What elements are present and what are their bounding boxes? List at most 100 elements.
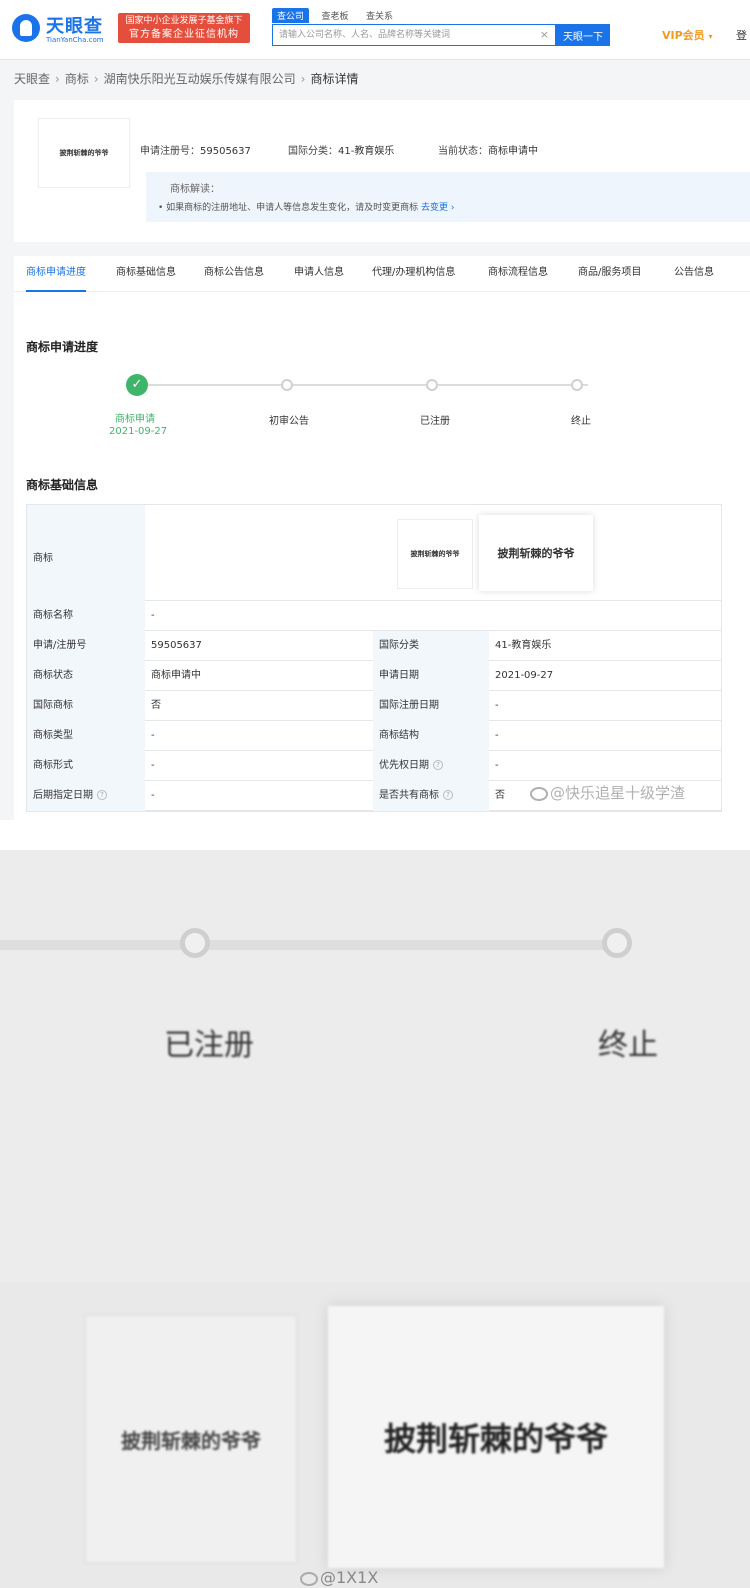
table-value: 41-教育娱乐 bbox=[495, 640, 552, 651]
table-label: 申请/注册号 bbox=[27, 631, 145, 661]
table-row: 商标 披荆斩棘的爷爷 披荆斩棘的爷爷 bbox=[27, 505, 721, 601]
main-content: 商标申请进度 ✓ 商标申请 2021-09-27 初审公告 已注册 终止 商标基… bbox=[14, 292, 750, 820]
table-label-with-help: 优先权日期? bbox=[373, 751, 489, 781]
tab-basic-info[interactable]: 商标基础信息 bbox=[116, 256, 176, 292]
zoom-weibo-watermark: @1X1X bbox=[300, 1568, 378, 1587]
search-input[interactable] bbox=[273, 25, 533, 45]
change-trademark-link[interactable]: 去变更 › bbox=[421, 203, 454, 213]
watermark-text: @快乐追星十级学渣 bbox=[550, 784, 686, 802]
trademark-thumbnail[interactable]: 披荆斩棘的爷爷 bbox=[38, 118, 130, 188]
table-label: 国际分类 bbox=[373, 631, 489, 661]
tab-announcement-info[interactable]: 商标公告信息 bbox=[204, 256, 264, 292]
vip-menu[interactable]: VIP会员 ▾ bbox=[662, 27, 713, 43]
tab-notice-info[interactable]: 公告信息 bbox=[674, 256, 714, 292]
badge-line-1: 国家中小企业发展子基金旗下 bbox=[125, 16, 243, 26]
table-value: - bbox=[151, 730, 155, 741]
zoom-progress-node bbox=[602, 928, 632, 958]
logo-subtext: TianYanCha.com bbox=[46, 36, 104, 44]
table-value: - bbox=[495, 700, 499, 711]
summary-class-value: 41-教育娱乐 bbox=[338, 146, 395, 157]
breadcrumb-current: 商标详情 bbox=[310, 72, 359, 86]
logo-icon bbox=[12, 14, 40, 42]
explain-title: 商标解读： bbox=[170, 184, 220, 195]
table-value: 否 bbox=[151, 700, 161, 711]
summary-reg-value: 59505637 bbox=[200, 146, 251, 157]
search-button[interactable]: 天眼一下 bbox=[556, 24, 610, 46]
breadcrumb-company[interactable]: 湖南快乐阳光互动娱乐传媒有限公司 bbox=[104, 72, 296, 86]
zoom-trademark-large: 披荆斩棘的爷爷 bbox=[328, 1306, 664, 1568]
tab-application-progress[interactable]: 商标申请进度 bbox=[26, 256, 86, 292]
progress-node-registered bbox=[426, 379, 438, 391]
table-row: 商标形式 - 优先权日期? - bbox=[27, 751, 721, 781]
trademark-image-large[interactable]: 披荆斩棘的爷爷 bbox=[479, 515, 593, 591]
search-tab-relation[interactable]: 查关系 bbox=[361, 8, 398, 23]
table-value: - bbox=[151, 790, 155, 801]
progress-step-label: 已注册 bbox=[420, 416, 450, 427]
table-row: 商标类型 - 商标结构 - bbox=[27, 721, 721, 751]
table-value: - bbox=[495, 760, 499, 771]
search-tab-company[interactable]: 查公司 bbox=[272, 8, 310, 23]
zoom-watermark-text: @1X1X bbox=[320, 1568, 379, 1587]
tab-agent-info[interactable]: 代理/办理机构信息 bbox=[372, 256, 455, 292]
tab-goods-services[interactable]: 商品/服务项目 bbox=[578, 256, 641, 292]
table-label: 国际注册日期 bbox=[373, 691, 489, 721]
trademark-explain-box: 商标解读： • 如果商标的注册地址、申请人等信息发生变化，请及时变更商标 去变更… bbox=[146, 172, 750, 222]
chevron-down-icon: ▾ bbox=[708, 32, 713, 41]
basic-info-table: 商标 披荆斩棘的爷爷 披荆斩棘的爷爷 商标名称 - 申请/注册号 5950563… bbox=[26, 504, 722, 812]
login-link[interactable]: 登 bbox=[736, 27, 747, 43]
trademark-image-small[interactable]: 披荆斩棘的爷爷 bbox=[397, 519, 473, 589]
breadcrumb-separator: › bbox=[300, 72, 306, 86]
weibo-icon bbox=[300, 1571, 318, 1586]
breadcrumb-separator: › bbox=[55, 72, 60, 86]
table-label: 申请日期 bbox=[373, 661, 489, 691]
logo-text: 天眼查 bbox=[46, 16, 103, 37]
official-badge: 国家中小企业发展子基金旗下 官方备案企业征信机构 bbox=[118, 13, 250, 43]
table-label: 国际商标 bbox=[27, 691, 145, 721]
weibo-icon bbox=[530, 786, 548, 801]
zoom-progress-track bbox=[0, 940, 620, 950]
breadcrumb-home[interactable]: 天眼查 bbox=[14, 72, 50, 86]
table-label: 优先权日期 bbox=[379, 760, 429, 771]
summary-reg-label: 申请注册号： bbox=[140, 146, 200, 157]
progress-step-label: 商标申请 bbox=[115, 414, 155, 425]
table-row: 国际商标 否 国际注册日期 - bbox=[27, 691, 721, 721]
trademark-summary-card: 披荆斩棘的爷爷 申请注册号：59505637 国际分类：41-教育娱乐 当前状态… bbox=[14, 100, 750, 242]
table-label: 商标名称 bbox=[27, 601, 145, 631]
site-header: 天眼查 TianYanCha.com 国家中小企业发展子基金旗下 官方备案企业征… bbox=[0, 0, 750, 60]
tab-applicant-info[interactable]: 申请人信息 bbox=[294, 256, 344, 292]
breadcrumb: 天眼查 › 商标 › 湖南快乐阳光互动娱乐传媒有限公司 › 商标详情 bbox=[14, 70, 359, 87]
table-row: 申请/注册号 59505637 国际分类 41-教育娱乐 bbox=[27, 631, 721, 661]
help-icon[interactable]: ? bbox=[97, 790, 107, 800]
explain-text: • 如果商标的注册地址、申请人等信息发生变化，请及时变更商标 去变更 › bbox=[158, 200, 455, 213]
zoom-label-terminated: 终止 bbox=[598, 1028, 658, 1063]
summary-status: 当前状态：商标申请中 bbox=[438, 142, 538, 157]
breadcrumb-trademark[interactable]: 商标 bbox=[65, 72, 89, 86]
zoom-label-registered: 已注册 bbox=[164, 1028, 254, 1063]
badge-line-2: 官方备案企业征信机构 bbox=[129, 29, 239, 40]
screenshot-zoomed: 已注册 终止 披荆斩棘的爷爷 披荆斩棘的爷爷 @1X1X bbox=[0, 850, 750, 1588]
explain-message: • 如果商标的注册地址、申请人等信息发生变化，请及时变更商标 bbox=[158, 203, 419, 213]
table-value: 2021-09-27 bbox=[495, 670, 554, 681]
clear-icon[interactable]: × bbox=[540, 28, 549, 41]
help-icon[interactable]: ? bbox=[443, 790, 453, 800]
site-logo[interactable]: 天眼查 TianYanCha.com bbox=[12, 12, 110, 46]
basic-info-section-title: 商标基础信息 bbox=[26, 478, 99, 492]
summary-class-label: 国际分类： bbox=[288, 146, 338, 157]
progress-track bbox=[138, 384, 588, 386]
table-label: 商标状态 bbox=[27, 661, 145, 691]
table-value: 商标申请中 bbox=[151, 670, 201, 681]
table-row: 商标状态 商标申请中 申请日期 2021-09-27 bbox=[27, 661, 721, 691]
summary-status-label: 当前状态： bbox=[438, 146, 488, 157]
tab-process-info[interactable]: 商标流程信息 bbox=[488, 256, 548, 292]
progress-step-date: 2021-09-27 bbox=[109, 426, 168, 437]
search-tab-boss[interactable]: 查老板 bbox=[317, 8, 354, 23]
table-value: - bbox=[151, 760, 155, 771]
help-icon[interactable]: ? bbox=[433, 760, 443, 770]
summary-status-value: 商标申请中 bbox=[488, 146, 538, 157]
weibo-watermark: @快乐追星十级学渣 bbox=[530, 782, 685, 803]
progress-node-terminated bbox=[571, 379, 583, 391]
table-label: 商标形式 bbox=[27, 751, 145, 781]
table-label: 是否共有商标 bbox=[379, 790, 439, 801]
table-row: 商标名称 - bbox=[27, 601, 721, 631]
table-label-with-help: 后期指定日期? bbox=[27, 781, 145, 811]
